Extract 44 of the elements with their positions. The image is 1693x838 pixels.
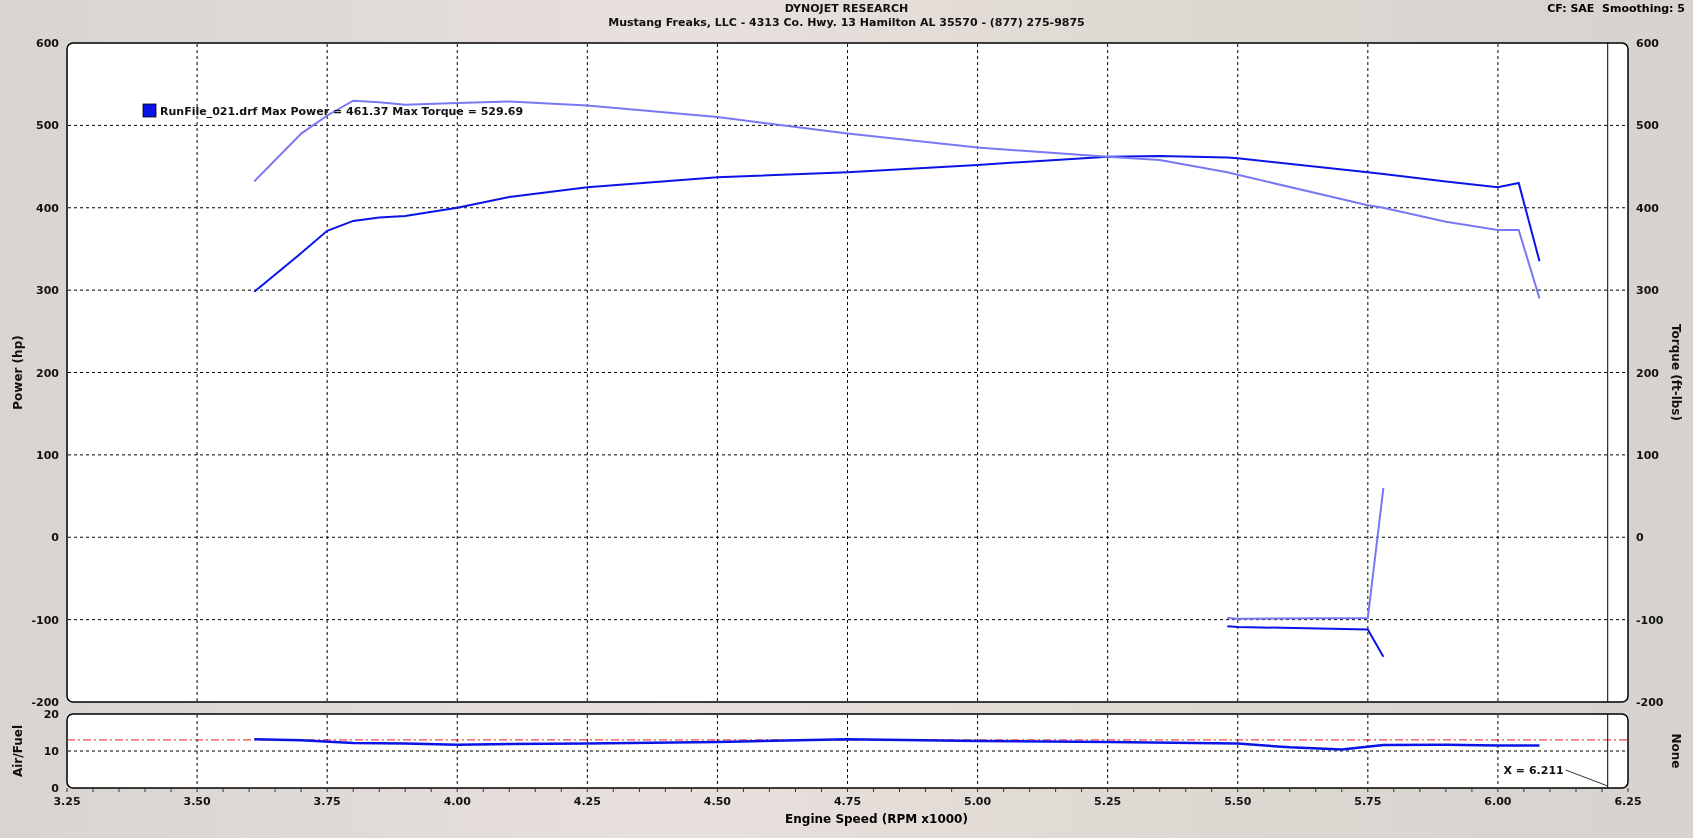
x-tick-label: 4.25 <box>573 795 601 808</box>
y-tick-label: 0 <box>51 531 59 545</box>
correction-settings: CF: SAE Smoothing: 5 <box>1547 2 1686 15</box>
y-axis-title: None <box>1669 733 1683 769</box>
y-tick-label: 400 <box>1636 201 1659 215</box>
y-tick-label: 500 <box>1636 119 1659 133</box>
y-tick-label: 100 <box>1636 448 1659 462</box>
y-tick-label: 100 <box>36 448 59 462</box>
y-tick-label: 400 <box>36 201 59 215</box>
x-tick-label: 3.50 <box>183 795 211 808</box>
y-tick-label: -200 <box>31 696 59 708</box>
y-tick-label: 300 <box>36 284 59 298</box>
y-tick-label: -100 <box>31 613 59 627</box>
x-tick-label: 3.25 <box>53 795 81 808</box>
y-tick-label: 0 <box>51 782 59 795</box>
y-tick-label: 600 <box>36 37 59 50</box>
y-tick-label: 300 <box>1636 284 1659 298</box>
y-tick-label: -100 <box>1636 613 1664 627</box>
y-tick-label: 20 <box>43 708 59 721</box>
x-tick-label: 5.75 <box>1354 795 1382 808</box>
y-tick-label: 600 <box>1636 37 1659 50</box>
x-tick-label: 4.50 <box>703 795 731 808</box>
x-tick-label: 5.50 <box>1224 795 1252 808</box>
y-axis-title: Torque (ft-lbs) <box>1669 324 1683 421</box>
y-tick-label: 0 <box>1636 531 1644 545</box>
y-axis-title: Air/Fuel <box>11 724 25 778</box>
legend-text: RunFile_021.drf Max Power = 461.37 Max Torque = 529.69 <box>160 105 524 118</box>
x-tick-label: 6.00 <box>1484 795 1512 808</box>
x-tick-label: 5.25 <box>1094 795 1122 808</box>
x-tick-label: 5.00 <box>964 795 992 808</box>
x-axis-title: Engine Speed (RPM x1000) <box>785 812 968 826</box>
y-tick-label: 500 <box>36 119 59 133</box>
x-tick-label: 3.75 <box>313 795 341 808</box>
shop-address: Mustang Freaks, LLC - 4313 Co. Hwy. 13 Hamilton AL 35570 - (877) 275-9875 <box>608 16 1085 30</box>
y-tick-label: 200 <box>36 366 59 380</box>
y-tick-label: 10 <box>43 745 59 758</box>
report-title: DYNOJET RESEARCH <box>784 2 909 16</box>
y-tick-label: -200 <box>1636 696 1664 708</box>
x-tick-label: 4.75 <box>833 795 862 808</box>
x-tick-label: 4.00 <box>443 795 471 808</box>
cursor-readout: X = 6.211 <box>1503 764 1564 777</box>
y-tick-label: 200 <box>1636 366 1659 380</box>
x-tick-label: 6.25 <box>1614 795 1642 808</box>
y-axis-title: Power (hp) <box>11 335 25 410</box>
